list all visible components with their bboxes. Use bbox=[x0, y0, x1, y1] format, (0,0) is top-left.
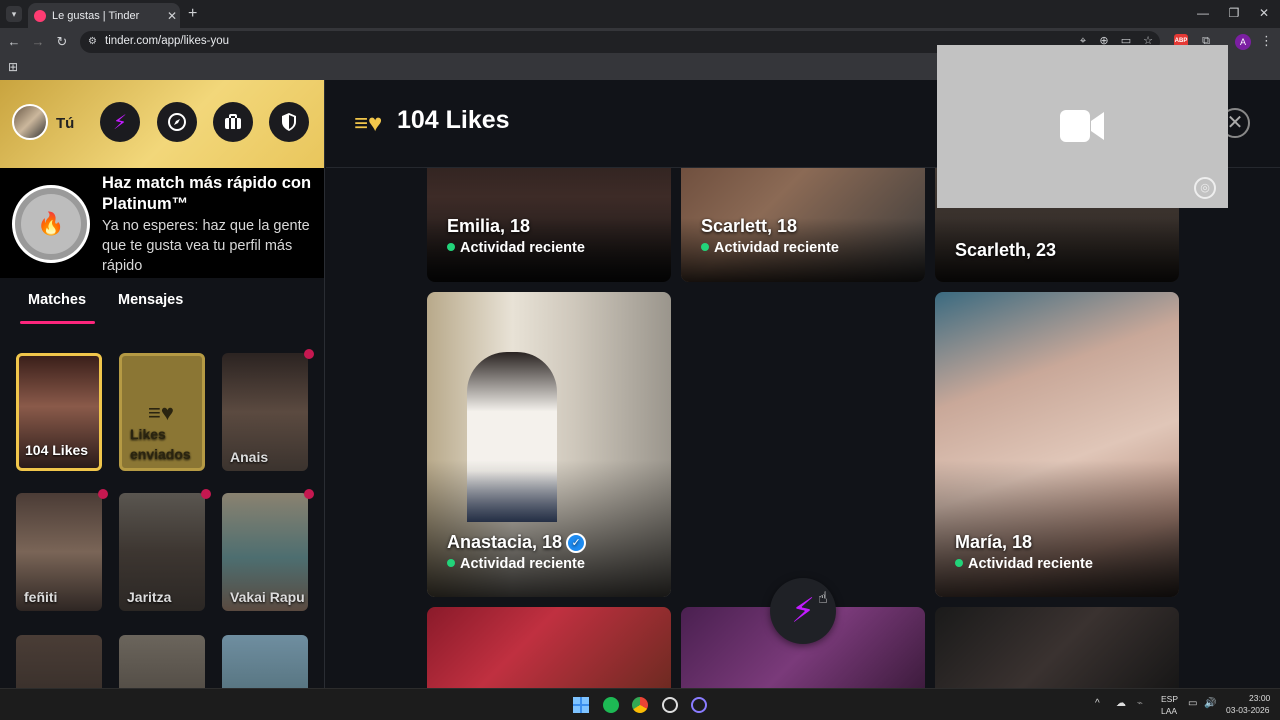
user-label[interactable]: Tú bbox=[56, 115, 74, 132]
promo-text: Ya no esperes: haz que la gente que te g… bbox=[102, 218, 310, 274]
like-card[interactable]: Anastacia, 18 ✓ Actividad reciente bbox=[427, 292, 671, 597]
tab-title: Le gustas | Tinder bbox=[52, 9, 140, 22]
video-call-overlay[interactable]: ◎ bbox=[937, 45, 1228, 208]
unread-dot bbox=[304, 349, 314, 359]
platinum-badge: 🔥 bbox=[12, 185, 90, 263]
sidebar: Tú ⚡ 🔥 Haz match más rápido con Platinum… bbox=[0, 80, 325, 688]
explore-icon[interactable] bbox=[157, 102, 197, 142]
card-status: Actividad reciente bbox=[447, 556, 585, 572]
match-card[interactable]: Jaritza bbox=[119, 493, 205, 611]
boost-icon[interactable]: ⚡ bbox=[100, 102, 140, 142]
display-icon[interactable]: ▭ bbox=[1188, 698, 1197, 709]
browser-menu-icon[interactable]: ⋮ bbox=[1260, 33, 1273, 49]
tab-search-icon[interactable]: ▾ bbox=[6, 6, 22, 22]
likes-tile-label: 104 Likes bbox=[25, 442, 89, 458]
url-text[interactable]: tinder.com/app/likes-you bbox=[105, 35, 229, 47]
window-close-icon[interactable]: ✕ bbox=[1256, 6, 1272, 20]
likes-sent-label: Likes enviados bbox=[130, 426, 191, 462]
video-camera-icon bbox=[1060, 110, 1104, 151]
browser-tab-bar: ▾ Le gustas | Tinder ✕ + — ❐ ✕ bbox=[0, 0, 1280, 28]
apps-grid-icon[interactable]: ⊞ bbox=[8, 61, 20, 73]
tab-mensajes[interactable]: Mensajes bbox=[118, 292, 183, 308]
sidebar-tabs: Matches Mensajes bbox=[0, 278, 324, 328]
likes-sent-tile[interactable]: ≡♥ Likes enviados bbox=[119, 353, 205, 471]
unread-dot bbox=[98, 489, 108, 499]
forward-icon[interactable]: → bbox=[30, 34, 46, 49]
shield-icon[interactable] bbox=[269, 102, 309, 142]
match-name: Anais bbox=[230, 449, 269, 465]
card-status: Actividad reciente bbox=[955, 556, 1093, 572]
tab-matches[interactable]: Matches bbox=[28, 292, 86, 308]
site-settings-icon[interactable]: ⚙ bbox=[88, 36, 100, 48]
restore-icon[interactable]: ❐ bbox=[1226, 6, 1242, 20]
match-name: Vakai Rapu bbox=[230, 589, 305, 605]
profile-avatar[interactable]: A bbox=[1235, 34, 1251, 50]
like-card[interactable] bbox=[427, 607, 671, 688]
flame-icon: 🔥 bbox=[21, 194, 81, 254]
windows-taskbar: ^ ☁ ⌁ ESP LAA ▭ 🔊 23:00 03-03-2026 bbox=[0, 688, 1280, 720]
briefcase-icon[interactable] bbox=[213, 102, 253, 142]
sidebar-header: Tú ⚡ bbox=[0, 80, 324, 168]
volume-icon[interactable]: 🔊 bbox=[1204, 698, 1216, 709]
card-status: Actividad reciente bbox=[447, 240, 585, 256]
match-card[interactable]: Vakai Rapu bbox=[222, 493, 308, 611]
like-card[interactable]: María, 18 Actividad reciente bbox=[935, 292, 1179, 597]
spotify-icon[interactable] bbox=[603, 697, 619, 713]
new-tab-button[interactable]: + bbox=[188, 5, 197, 23]
network-icon[interactable]: ⌁ bbox=[1137, 698, 1143, 709]
chrome-icon[interactable] bbox=[632, 697, 648, 713]
promo-title: Haz match más rápido con Platinum™ bbox=[102, 174, 312, 213]
browser-tab[interactable]: Le gustas | Tinder ✕ bbox=[28, 3, 180, 28]
page-title: 104 Likes bbox=[397, 106, 510, 134]
match-name: feñiti bbox=[24, 589, 58, 605]
language-top[interactable]: ESP bbox=[1161, 694, 1178, 704]
windows-start-icon[interactable] bbox=[573, 697, 589, 713]
card-name: Scarlett, 18 bbox=[701, 216, 798, 236]
platinum-promo[interactable]: 🔥 Haz match más rápido con Platinum™ Ya … bbox=[0, 168, 324, 278]
tray-chevron-icon[interactable]: ^ bbox=[1095, 698, 1100, 709]
card-status: Actividad reciente bbox=[701, 240, 839, 256]
app-icon[interactable] bbox=[662, 697, 678, 713]
app-icon[interactable] bbox=[691, 697, 707, 713]
clock-time[interactable]: 23:00 bbox=[1249, 693, 1270, 703]
match-card[interactable] bbox=[16, 635, 102, 688]
match-card[interactable] bbox=[222, 635, 308, 688]
close-tab-icon[interactable]: ✕ bbox=[164, 9, 180, 23]
card-name: Scarleth, 23 bbox=[955, 240, 1057, 260]
card-name: María, 18 bbox=[955, 532, 1033, 552]
unread-dot bbox=[304, 489, 314, 499]
verified-badge-icon: ✓ bbox=[566, 533, 587, 553]
match-card[interactable] bbox=[119, 635, 205, 688]
card-name: Emilia, 18 bbox=[447, 216, 531, 236]
match-card[interactable]: Anais bbox=[222, 353, 308, 471]
clock-date[interactable]: 03-03-2026 bbox=[1226, 705, 1269, 715]
card-name: Anastacia, 18 ✓ bbox=[447, 532, 587, 553]
likes-tile[interactable]: 104 Likes bbox=[16, 353, 102, 471]
back-icon[interactable]: ← bbox=[6, 34, 22, 49]
user-avatar[interactable] bbox=[12, 104, 48, 140]
unread-dot bbox=[201, 489, 211, 499]
active-tab-indicator bbox=[20, 321, 95, 324]
onedrive-icon[interactable]: ☁ bbox=[1116, 698, 1126, 709]
language-bottom[interactable]: LAA bbox=[1161, 706, 1177, 716]
tinder-favicon-icon bbox=[34, 9, 46, 22]
likes-gold-heart-icon: ≡♥ bbox=[354, 110, 383, 137]
match-card[interactable]: feñiti bbox=[16, 493, 102, 611]
pip-icon[interactable]: ◎ bbox=[1194, 177, 1216, 199]
reload-icon[interactable]: ↻ bbox=[54, 34, 70, 50]
mouse-cursor-icon: ☝ bbox=[818, 590, 828, 607]
match-name: Jaritza bbox=[127, 589, 172, 605]
minimize-icon[interactable]: — bbox=[1195, 6, 1211, 20]
like-card[interactable] bbox=[935, 607, 1179, 688]
sent-likes-icon: ≡♥ bbox=[148, 400, 174, 425]
